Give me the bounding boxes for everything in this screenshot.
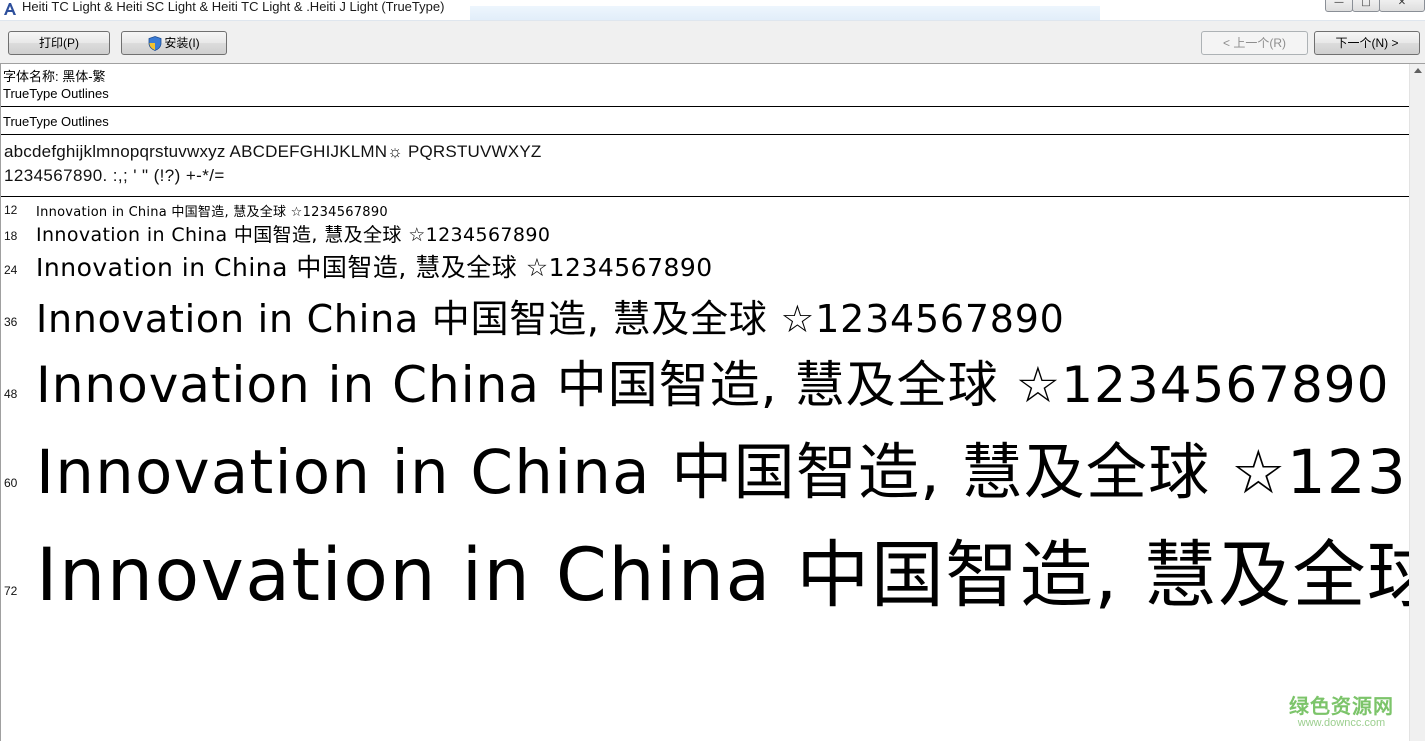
print-button-label: 打印(P) <box>39 36 79 50</box>
font-viewer-icon <box>4 3 16 15</box>
minimize-button[interactable]: — <box>1325 0 1353 12</box>
font-preview-pane: 字体名称: 黑体-繁 TrueType Outlines TrueType Ou… <box>0 64 1410 741</box>
font-name-line: 字体名称: 黑体-繁 <box>3 69 106 84</box>
sample-text-36: Innovation in China 中国智造, 慧及全球 ☆12345678… <box>36 297 1065 341</box>
sample-text-24: Innovation in China 中国智造, 慧及全球 ☆12345678… <box>36 253 713 282</box>
previous-button-label: < 上一个(R) <box>1222 36 1286 50</box>
vertical-scrollbar[interactable] <box>1409 64 1425 741</box>
size-label-18: 18 <box>4 229 18 243</box>
install-button-label: 安装(I) <box>164 36 200 50</box>
size-label-12: 12 <box>4 203 18 217</box>
uac-shield-icon <box>148 36 162 52</box>
sample-text-48: Innovation in China 中国智造, 慧及全球 ☆12345678… <box>36 356 1390 414</box>
size-label-24: 24 <box>4 263 18 277</box>
size-label-60: 60 <box>4 476 18 490</box>
sample-text-12: Innovation in China 中国智造, 慧及全球 ☆12345678… <box>36 205 388 220</box>
title-bar: Heiti TC Light & Heiti SC Light & Heiti … <box>0 0 1425 21</box>
divider <box>1 134 1410 135</box>
window-title: Heiti TC Light & Heiti SC Light & Heiti … <box>22 0 445 14</box>
sample-text-18: Innovation in China 中国智造, 慧及全球 ☆12345678… <box>36 224 551 246</box>
charset-digits: 1234567890. :,; ' " (!?) +-*/= <box>4 166 225 185</box>
next-button[interactable]: 下一个(N) > <box>1314 31 1420 55</box>
size-label-48: 48 <box>4 387 18 401</box>
previous-button[interactable]: < 上一个(R) <box>1201 31 1308 55</box>
outline-type-line-2: TrueType Outlines <box>3 114 109 129</box>
scroll-up-arrow-icon[interactable] <box>1414 68 1422 73</box>
watermark-brand: 绿色资源网 <box>1289 694 1394 718</box>
sample-text-60: Innovation in China 中国智造, 慧及全球 ☆12345678… <box>36 437 1410 508</box>
divider <box>1 196 1410 197</box>
sample-text-72: Innovation in China 中国智造, 慧及全球 ☆12345678… <box>36 533 1410 618</box>
print-button[interactable]: 打印(P) <box>8 31 110 55</box>
watermark-url: www.downcc.com <box>1297 717 1386 729</box>
background-window-ghost <box>470 6 1100 20</box>
toolbar: 打印(P) 安装(I) < 上一个(R) 下一个(N) > <box>0 21 1425 64</box>
size-label-36: 36 <box>4 315 18 329</box>
next-button-label: 下一个(N) > <box>1335 36 1399 50</box>
close-button[interactable]: ✕ <box>1379 0 1425 12</box>
size-label-72: 72 <box>4 584 18 598</box>
outline-type-line: TrueType Outlines <box>3 86 109 101</box>
maximize-button[interactable]: □ <box>1352 0 1380 12</box>
charset-letters: abcdefghijklmnopqrstuvwxyz ABCDEFGHIJKLM… <box>4 142 542 161</box>
divider <box>1 106 1410 107</box>
install-button[interactable]: 安装(I) <box>121 31 227 55</box>
watermark: 绿色资源网 www.downcc.com <box>1289 690 1394 729</box>
